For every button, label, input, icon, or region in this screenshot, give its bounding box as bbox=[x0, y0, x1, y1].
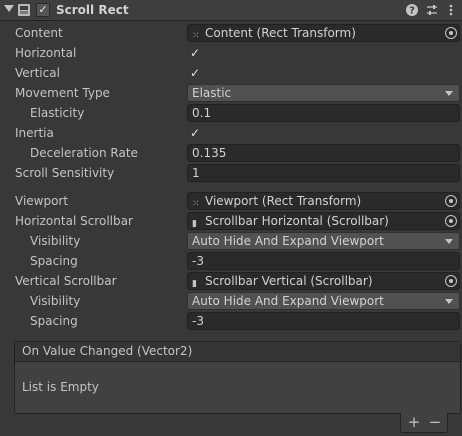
content-label: Content bbox=[15, 26, 63, 40]
deceleration-rate-row: Deceleration Rate 0.135 bbox=[0, 143, 462, 163]
viewport-value: Viewport (Rect Transform) bbox=[205, 194, 362, 208]
h-visibility-value: Auto Hide And Expand Viewport bbox=[192, 234, 384, 248]
add-listener-button[interactable]: + bbox=[405, 414, 423, 432]
inertia-checkbox[interactable]: ✓ bbox=[188, 126, 202, 140]
movement-type-dropdown[interactable]: Elastic bbox=[187, 84, 460, 102]
more-icon[interactable] bbox=[444, 3, 458, 17]
event-footer: + − bbox=[400, 413, 448, 433]
h-visibility-dropdown[interactable]: Auto Hide And Expand Viewport bbox=[187, 232, 460, 250]
h-spacing-row: Spacing -3 bbox=[0, 251, 462, 271]
elasticity-row: Elasticity 0.1 bbox=[0, 103, 462, 123]
chevron-down-icon bbox=[445, 239, 453, 244]
horizontal-scrollbar-row: Horizontal Scrollbar ▮ Scrollbar Horizont… bbox=[0, 211, 462, 231]
inertia-label: Inertia bbox=[15, 126, 54, 140]
component-header[interactable]: ✓ Scroll Rect ? bbox=[0, 0, 462, 21]
viewport-row: Viewport ⁙ Viewport (Rect Transform) bbox=[0, 191, 462, 211]
on-value-changed-event: On Value Changed (Vector2) List is Empty bbox=[14, 341, 461, 414]
h-visibility-row: Visibility Auto Hide And Expand Viewport bbox=[0, 231, 462, 251]
component-title: Scroll Rect bbox=[56, 3, 129, 17]
script-icon: ▮ bbox=[192, 219, 197, 229]
remove-listener-button[interactable]: − bbox=[426, 414, 444, 432]
rect-transform-icon: ⁙ bbox=[192, 199, 200, 209]
vertical-scrollbar-value: Scrollbar Vertical (Scrollbar) bbox=[205, 274, 373, 288]
content-value: Content (Rect Transform) bbox=[205, 26, 356, 40]
content-object-field[interactable]: ⁙ Content (Rect Transform) bbox=[187, 24, 460, 42]
foldout-arrow-icon[interactable] bbox=[4, 5, 14, 12]
event-empty-text: List is Empty bbox=[22, 380, 99, 394]
component-enabled-checkbox[interactable]: ✓ bbox=[36, 3, 50, 17]
help-icon[interactable]: ? bbox=[405, 3, 419, 17]
object-picker-icon[interactable] bbox=[445, 215, 457, 227]
h-spacing-label[interactable]: Spacing bbox=[30, 254, 78, 268]
component-icon bbox=[18, 4, 30, 16]
horizontal-label: Horizontal bbox=[15, 46, 77, 60]
horizontal-scrollbar-value: Scrollbar Horizontal (Scrollbar) bbox=[205, 214, 389, 228]
horizontal-checkbox[interactable]: ✓ bbox=[188, 46, 202, 60]
viewport-object-field[interactable]: ⁙ Viewport (Rect Transform) bbox=[187, 192, 460, 210]
v-spacing-row: Spacing -3 bbox=[0, 311, 462, 331]
h-spacing-input[interactable]: -3 bbox=[187, 252, 460, 270]
v-spacing-input[interactable]: -3 bbox=[187, 312, 460, 330]
object-picker-icon[interactable] bbox=[445, 195, 457, 207]
v-spacing-label[interactable]: Spacing bbox=[30, 314, 78, 328]
viewport-label: Viewport bbox=[15, 194, 69, 208]
movement-type-value: Elastic bbox=[192, 86, 232, 100]
v-visibility-dropdown[interactable]: Auto Hide And Expand Viewport bbox=[187, 292, 460, 310]
v-visibility-label: Visibility bbox=[30, 294, 81, 308]
object-picker-icon[interactable] bbox=[445, 27, 457, 39]
script-icon: ▮ bbox=[192, 279, 197, 289]
horizontal-row: Horizontal ✓ bbox=[0, 43, 462, 63]
v-visibility-value: Auto Hide And Expand Viewport bbox=[192, 294, 384, 308]
vertical-label: Vertical bbox=[15, 66, 60, 80]
rect-transform-icon: ⁙ bbox=[192, 31, 200, 41]
inertia-row: Inertia ✓ bbox=[0, 123, 462, 143]
elasticity-label[interactable]: Elasticity bbox=[30, 106, 84, 120]
content-row: Content ⁙ Content (Rect Transform) bbox=[0, 23, 462, 43]
v-visibility-row: Visibility Auto Hide And Expand Viewport bbox=[0, 291, 462, 311]
presets-icon[interactable] bbox=[425, 3, 439, 17]
chevron-down-icon bbox=[445, 91, 453, 96]
scroll-sensitivity-label[interactable]: Scroll Sensitivity bbox=[15, 166, 114, 180]
deceleration-rate-label[interactable]: Deceleration Rate bbox=[30, 146, 138, 160]
scroll-sensitivity-input[interactable]: 1 bbox=[187, 164, 460, 182]
elasticity-input[interactable]: 0.1 bbox=[187, 104, 460, 122]
event-header: On Value Changed (Vector2) bbox=[15, 342, 460, 362]
horizontal-scrollbar-object-field[interactable]: ▮ Scrollbar Horizontal (Scrollbar) bbox=[187, 212, 460, 230]
object-picker-icon[interactable] bbox=[445, 275, 457, 287]
h-visibility-label: Visibility bbox=[30, 234, 81, 248]
movement-type-label: Movement Type bbox=[15, 86, 110, 100]
movement-type-row: Movement Type Elastic bbox=[0, 83, 462, 103]
vertical-scrollbar-row: Vertical Scrollbar ▮ Scrollbar Vertical (… bbox=[0, 271, 462, 291]
svg-text:?: ? bbox=[409, 6, 415, 17]
horizontal-scrollbar-label: Horizontal Scrollbar bbox=[15, 214, 133, 228]
vertical-scrollbar-object-field[interactable]: ▮ Scrollbar Vertical (Scrollbar) bbox=[187, 272, 460, 290]
deceleration-rate-input[interactable]: 0.135 bbox=[187, 144, 460, 162]
vertical-row: Vertical ✓ bbox=[0, 63, 462, 83]
chevron-down-icon bbox=[445, 299, 453, 304]
scroll-sensitivity-row: Scroll Sensitivity 1 bbox=[0, 163, 462, 183]
vertical-scrollbar-label: Vertical Scrollbar bbox=[15, 274, 117, 288]
vertical-checkbox[interactable]: ✓ bbox=[188, 66, 202, 80]
